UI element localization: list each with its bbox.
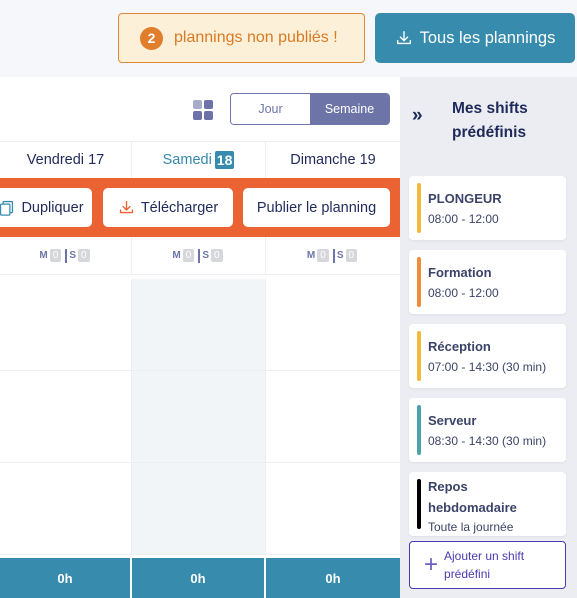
download-icon xyxy=(119,200,133,214)
planning-cell[interactable] xyxy=(132,371,265,463)
planning-panel: Jour Semaine Vendredi 17 Samedi 18 Diman… xyxy=(0,77,400,598)
shift-color-bar xyxy=(417,479,421,529)
add-predefined-shift-button[interactable]: + Ajouter un shift prédéfini xyxy=(409,541,566,589)
day-column xyxy=(266,279,400,555)
publish-button[interactable]: Publier le planning xyxy=(243,188,390,227)
planning-grid xyxy=(0,279,400,555)
days-header: Vendredi 17 Samedi 18 Dimanche 19 xyxy=(0,141,400,178)
action-bar: Dupliquer Télécharger Publier le plannin… xyxy=(0,178,400,237)
planning-cell[interactable] xyxy=(0,463,131,555)
day-header-sunday: Dimanche 19 xyxy=(290,152,376,168)
shift-card-plongeur[interactable]: PLONGEUR 08:00 - 12:00 xyxy=(409,176,566,240)
plus-icon: + xyxy=(424,551,439,578)
predefined-shifts-sidebar: » Mes shifts prédéfinis PLONGEUR 08:00 -… xyxy=(400,77,577,598)
unpublished-plannings-alert[interactable]: 2 plannings non publiés ! xyxy=(118,13,365,63)
unpublished-count-badge: 2 xyxy=(140,26,163,50)
shift-card-reception[interactable]: Réception 07:00 - 14:30 (30 min) xyxy=(409,324,566,388)
daily-totals-row: 0h 0h 0h xyxy=(0,558,400,598)
shift-card-repos-hebdomadaire[interactable]: Repos hebdomadaire Toute la journée xyxy=(409,472,566,536)
planning-cell[interactable] xyxy=(266,279,400,371)
all-plannings-button[interactable]: Tous les plannings xyxy=(375,13,575,63)
shift-count: M0S0 xyxy=(266,237,400,274)
day-header-friday: Vendredi 17 xyxy=(0,142,132,178)
day-column-today xyxy=(132,279,266,555)
view-day-button[interactable]: Jour xyxy=(231,94,310,124)
shift-color-bar xyxy=(417,331,421,381)
shift-color-bar xyxy=(417,405,421,455)
today-badge: 18 xyxy=(214,151,235,169)
shift-color-bar xyxy=(417,257,421,307)
all-plannings-label: Tous les plannings xyxy=(419,28,556,47)
daily-total: 0h xyxy=(0,558,132,598)
view-toggle: Jour Semaine xyxy=(230,93,390,125)
shift-count: M0S0 xyxy=(132,237,266,274)
shift-card-formation[interactable]: Formation 08:00 - 12:00 xyxy=(409,250,566,314)
view-week-button[interactable]: Semaine xyxy=(310,94,389,124)
daily-total: 0h xyxy=(132,558,266,598)
sidebar-title: Mes shifts prédéfinis xyxy=(452,100,528,141)
grid-icon[interactable] xyxy=(193,100,213,120)
collapse-sidebar-icon[interactable]: » xyxy=(412,105,422,127)
copy-icon xyxy=(0,200,14,216)
planning-cell[interactable] xyxy=(0,371,131,463)
day-header-saturday: Samedi 18 xyxy=(132,142,266,178)
daily-total: 0h xyxy=(266,558,400,598)
day-column xyxy=(0,279,132,555)
download-button[interactable]: Télécharger xyxy=(103,188,233,227)
view-controls: Jour Semaine xyxy=(0,77,400,141)
duplicate-button[interactable]: Dupliquer xyxy=(0,188,92,227)
shift-count: M0S0 xyxy=(0,237,132,274)
planning-cell[interactable] xyxy=(266,371,400,463)
shift-counts-row: M0S0 M0S0 M0S0 xyxy=(0,237,400,275)
planning-cell[interactable] xyxy=(266,463,400,555)
planning-cell[interactable] xyxy=(0,279,131,371)
shift-color-bar xyxy=(417,183,421,233)
unpublished-label: plannings non publiés ! xyxy=(174,29,338,46)
planning-cell[interactable] xyxy=(132,463,265,555)
download-icon xyxy=(396,31,411,45)
planning-cell[interactable] xyxy=(132,279,265,371)
shift-card-serveur[interactable]: Serveur 08:30 - 14:30 (30 min) xyxy=(409,398,566,462)
